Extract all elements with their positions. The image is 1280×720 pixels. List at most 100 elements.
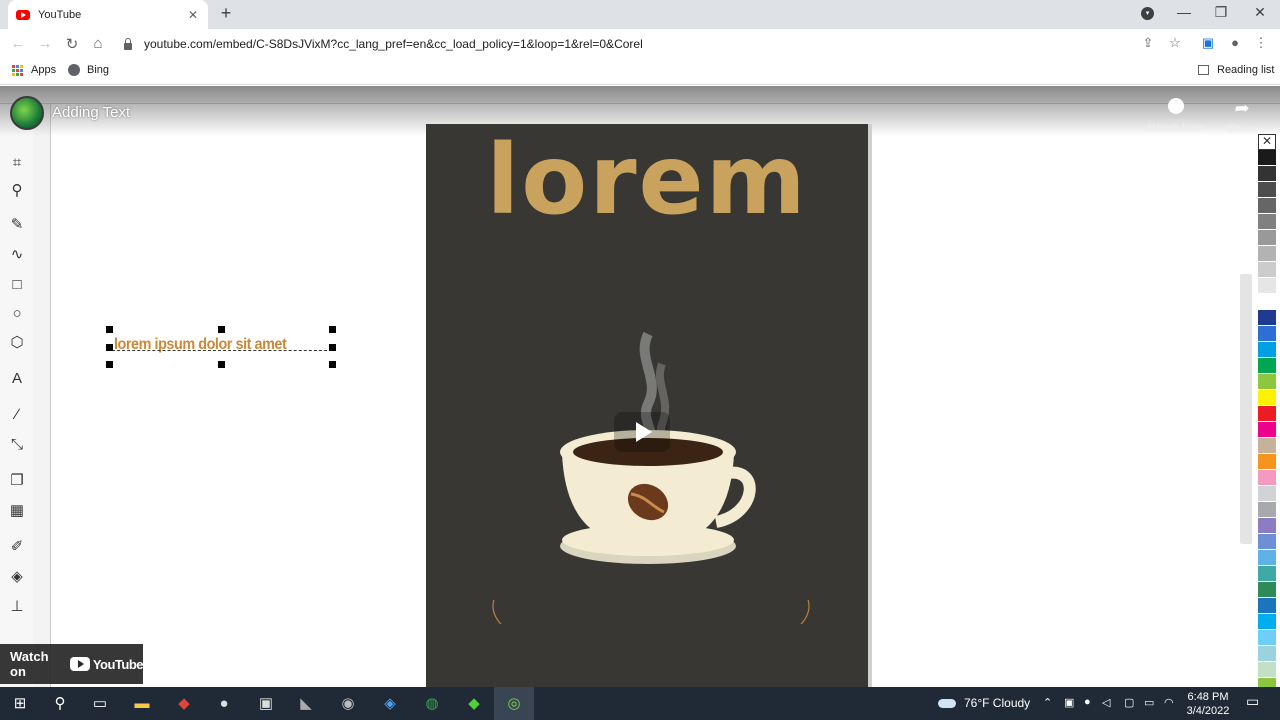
bookmark-apps[interactable]: Apps xyxy=(12,64,56,76)
clock-date: 3/4/2022 xyxy=(1186,705,1230,717)
close-icon[interactable]: ✕ xyxy=(186,8,200,22)
watch-on-youtube-button[interactable]: Watch on YouTube xyxy=(0,644,144,684)
palette-swatch xyxy=(1258,438,1276,454)
lock-icon[interactable] xyxy=(124,37,132,50)
selection-handle xyxy=(106,361,113,368)
smart-fill-tool-icon: ⊥ xyxy=(10,598,24,615)
reload-icon[interactable]: ↻ xyxy=(62,35,82,53)
restore-button[interactable]: ❐ xyxy=(1208,4,1234,21)
app-icon-5[interactable]: ◉ xyxy=(338,694,358,714)
ellipse-tool-icon: ○ xyxy=(12,305,22,322)
transparency-tool-icon: ▦ xyxy=(9,502,25,519)
palette-swatch xyxy=(1258,294,1276,310)
active-app-icon[interactable]: ◎ xyxy=(494,687,534,720)
palette-swatch xyxy=(1258,550,1276,566)
clock-time: 6:48 PM xyxy=(1187,691,1229,703)
palette-swatch xyxy=(1258,262,1276,278)
palette-swatch xyxy=(1258,390,1276,406)
freehand-tool-icon: ✎ xyxy=(10,216,24,233)
text-baseline xyxy=(112,350,332,356)
tab-search-icon[interactable]: ▾ xyxy=(1141,7,1154,20)
connector-tool-icon: ⤡ xyxy=(10,436,23,453)
address-bar[interactable]: youtube.com/embed/C-S8DsJVixM?cc_lang_pr… xyxy=(110,32,1192,56)
corel-toolbox: ⌗ ⚲ ✎ ∿ □ ○ ⬡ A ∕ ⤡ ❐ ▦ ✐ ◈ ⊥ xyxy=(0,104,33,687)
palette-swatch xyxy=(1258,678,1276,687)
dimension-tool-icon: ∕ xyxy=(15,406,19,423)
youtube-wordmark: YouTube xyxy=(92,656,144,672)
no-color-swatch: ✕ xyxy=(1258,134,1276,150)
share-button[interactable]: ➦ Share xyxy=(1222,98,1262,135)
back-icon[interactable]: ← xyxy=(8,35,28,52)
palette-swatch xyxy=(1258,214,1276,230)
bookmark-bing[interactable]: Bing xyxy=(68,64,109,76)
notification-icon[interactable]: ▭ xyxy=(1246,693,1259,710)
clock[interactable]: 6:48 PM 3/4/2022 xyxy=(1186,690,1230,718)
share-page-icon[interactable]: ⇪ xyxy=(1139,35,1157,51)
file-explorer-icon[interactable]: ▬ xyxy=(132,694,152,714)
palette-swatch xyxy=(1258,470,1276,486)
text-tool-icon: A xyxy=(11,370,22,387)
selection-handle xyxy=(329,361,336,368)
home-icon[interactable]: ⌂ xyxy=(88,35,108,52)
video-player[interactable]: ⌗ ⚲ ✎ ∿ □ ○ ⬡ A ∕ ⤡ ❐ ▦ ✐ ◈ ⊥ Adding Tex… xyxy=(0,86,1280,687)
forward-icon[interactable]: → xyxy=(35,35,55,52)
palette-swatch xyxy=(1258,518,1276,534)
profile-icon[interactable]: ● xyxy=(1226,35,1244,50)
chevron-up-icon[interactable]: ⌃ xyxy=(1043,696,1052,709)
wifi-icon[interactable]: ◠ xyxy=(1164,696,1174,709)
menu-icon[interactable]: ⋮ xyxy=(1252,35,1270,51)
fill-tool-icon: ◈ xyxy=(11,568,23,585)
palette-swatch xyxy=(1258,342,1276,358)
app-icon-4[interactable]: ◣ xyxy=(296,694,316,714)
selected-text-object: lorem ipsum dolor sit amet xyxy=(106,326,336,368)
cloud-icon xyxy=(938,698,956,708)
crop-tool-icon: ⌗ xyxy=(12,154,22,171)
minimize-button[interactable]: — xyxy=(1171,4,1197,20)
speaker-icon[interactable]: ◁ xyxy=(1102,696,1110,709)
watch-later-button[interactable]: Watch later xyxy=(1146,98,1206,134)
rectangle-tool-icon: □ xyxy=(12,276,22,293)
palette-swatch xyxy=(1258,598,1276,614)
channel-logo[interactable] xyxy=(10,96,44,130)
tray-icon-1[interactable]: ▣ xyxy=(1064,696,1074,709)
tab-strip: YouTube ✕ + ▾ — ❐ ✕ xyxy=(0,0,1280,29)
palette-swatch xyxy=(1258,566,1276,582)
share-arrow-icon: ➦ xyxy=(1234,98,1250,118)
youtube-logo: YouTube xyxy=(69,656,144,672)
document-page: lorem xyxy=(426,124,868,687)
palette-swatch xyxy=(1258,406,1276,422)
bookmark-star-icon[interactable]: ☆ xyxy=(1166,35,1184,51)
app-icon-3[interactable]: ▣ xyxy=(256,694,276,714)
url-text[interactable]: youtube.com/embed/C-S8DsJVixM?cc_lang_pr… xyxy=(144,37,643,51)
task-view-icon[interactable]: ▭ xyxy=(90,694,110,714)
headline-text: lorem xyxy=(486,124,808,236)
reading-list-button[interactable]: Reading list xyxy=(1198,64,1274,76)
search-icon[interactable]: ⚲ xyxy=(50,694,70,714)
coreldraw-icon[interactable]: ◆ xyxy=(464,694,484,714)
microphone-icon[interactable]: ● xyxy=(1084,696,1091,708)
app-icon-6[interactable]: ◈ xyxy=(380,694,400,714)
app-icon-1[interactable]: ◆ xyxy=(174,694,194,714)
weather-widget[interactable]: 76°F Cloudy xyxy=(938,696,1030,710)
globe-icon xyxy=(68,64,80,76)
tab-youtube[interactable]: YouTube ✕ xyxy=(8,0,208,29)
new-tab-button[interactable]: + xyxy=(216,3,236,24)
coffee-cup-illustration xyxy=(486,331,816,624)
tray-icon-2[interactable]: ▢ xyxy=(1124,696,1134,709)
close-window-button[interactable]: ✕ xyxy=(1247,4,1273,21)
palette-swatch xyxy=(1258,182,1276,198)
bookmark-apps-label: Apps xyxy=(31,64,57,76)
palette-swatch xyxy=(1258,486,1276,502)
palette-swatch xyxy=(1258,534,1276,550)
palette-swatch xyxy=(1258,358,1276,374)
chrome-icon[interactable]: ◍ xyxy=(422,694,442,714)
extension-icon[interactable]: ▣ xyxy=(1199,35,1217,51)
selection-handle xyxy=(106,344,113,351)
start-icon[interactable]: ⊞ xyxy=(10,694,30,714)
palette-swatch xyxy=(1258,662,1276,678)
selection-handle xyxy=(106,326,113,333)
app-icon-2[interactable]: ● xyxy=(214,694,234,714)
palette-swatch xyxy=(1258,614,1276,630)
battery-icon[interactable]: ▭ xyxy=(1144,696,1154,709)
video-title[interactable]: Adding Text xyxy=(52,104,130,121)
